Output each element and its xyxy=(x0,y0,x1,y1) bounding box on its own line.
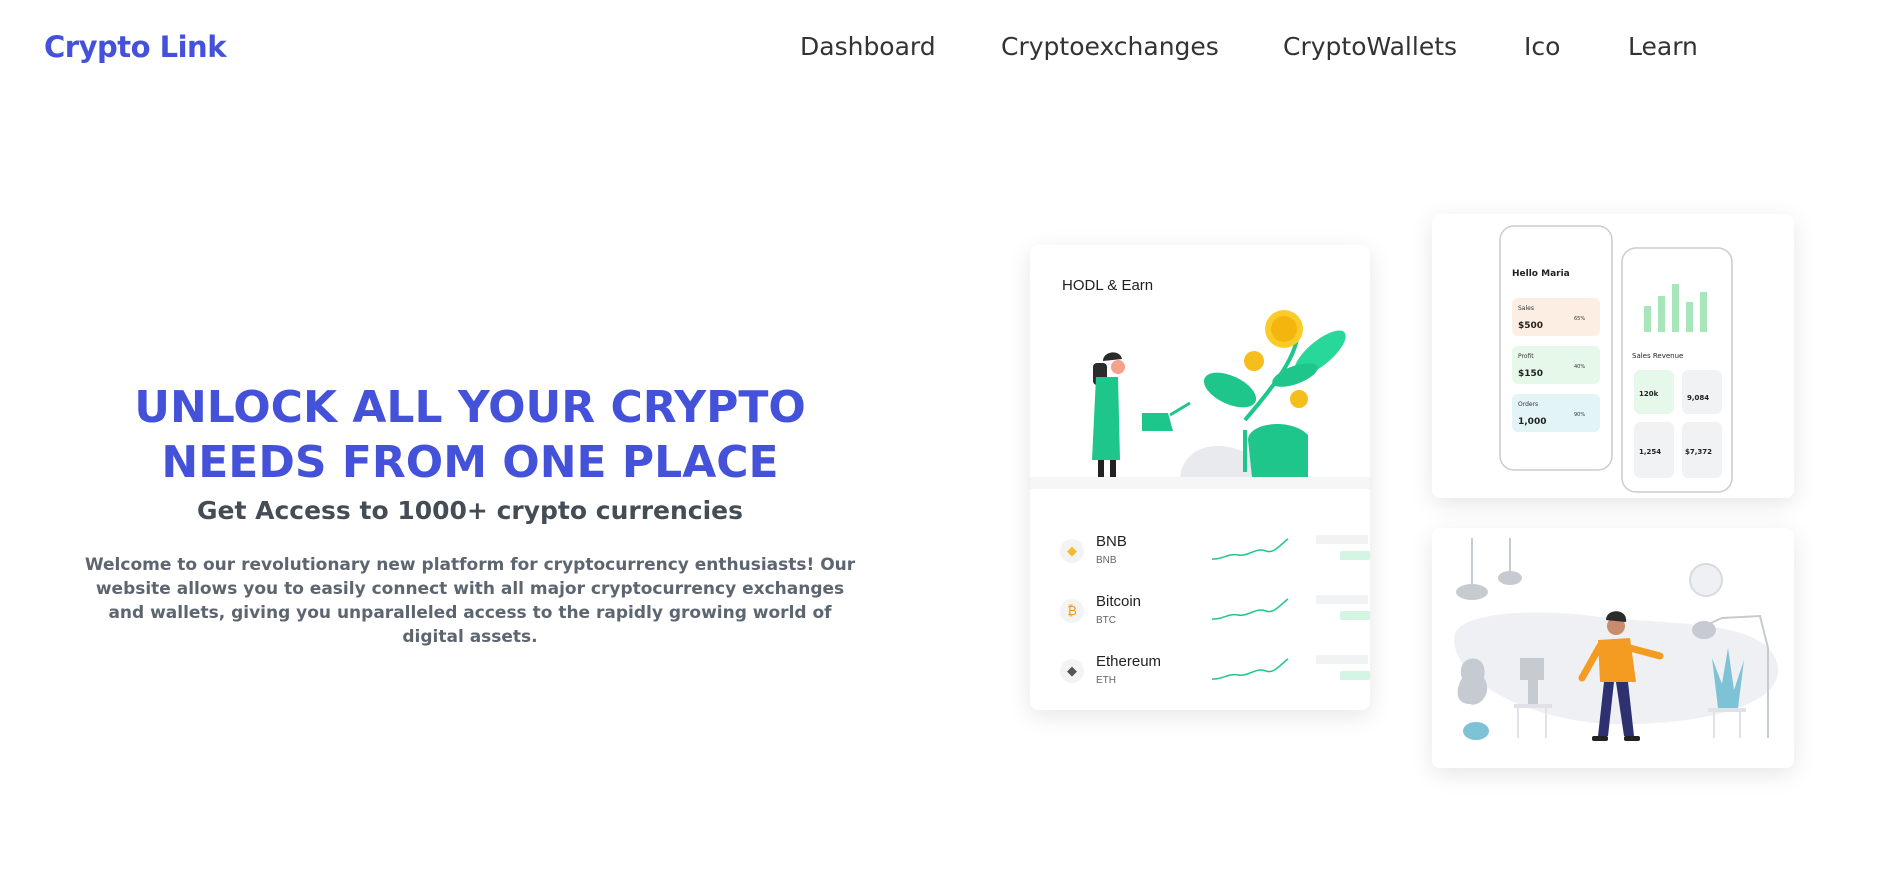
phone-card-label: Orders xyxy=(1518,401,1538,408)
ethereum-icon: ◆ xyxy=(1060,659,1084,683)
coin-symbol: ETH xyxy=(1096,675,1116,686)
hero-description: Welcome to our revolutionary new platfor… xyxy=(84,555,856,647)
sales-revenue-label: Sales Revenue xyxy=(1632,352,1683,360)
price-placeholder xyxy=(1316,655,1368,664)
nav-dashboard[interactable]: Dashboard xyxy=(800,32,936,61)
phone-stat: $7,372 xyxy=(1685,448,1712,456)
sparkline xyxy=(1211,538,1289,560)
coin-name: BNB xyxy=(1096,533,1127,550)
coin-row-bitcoin[interactable]: ₿ Bitcoin BTC xyxy=(1060,593,1370,633)
phone-greeting: Hello Maria xyxy=(1512,269,1570,279)
sparkline xyxy=(1211,658,1289,680)
phone-card-label: Profit xyxy=(1518,353,1534,360)
bnb-icon: ◆ xyxy=(1060,539,1084,563)
phone-card-percent: 65% xyxy=(1574,316,1585,322)
hero-title-line1: UNLOCK ALL YOUR CRYPTO xyxy=(134,382,806,433)
hero-subtitle: Get Access to 1000+ crypto currencies xyxy=(196,496,744,525)
person-illustration-card xyxy=(1432,528,1794,768)
hero-title: UNLOCK ALL YOUR CRYPTO NEEDS FROM ONE PL… xyxy=(70,380,870,490)
phone-card-label: Sales xyxy=(1518,305,1534,312)
coin-row-bnb[interactable]: ◆ BNB BNB xyxy=(1060,533,1370,573)
phone-mockup-illustration: Hello Maria Sales $500 65% Profit $150 4… xyxy=(1499,225,1733,493)
person-at-home-illustration xyxy=(1453,538,1779,741)
nav-cryptowallets[interactable]: CryptoWallets xyxy=(1283,32,1457,61)
nav-ico[interactable]: Ico xyxy=(1524,32,1560,61)
coin-name: Bitcoin xyxy=(1096,593,1142,610)
change-placeholder xyxy=(1340,551,1370,560)
sparkline xyxy=(1211,598,1289,620)
phone-stat: 1,254 xyxy=(1639,448,1661,456)
hodl-earn-card: HODL & Earn ◆ BNB BNB ₿ Bitcoin BTC ◆ Et… xyxy=(1030,245,1370,710)
coin-symbol: BNB xyxy=(1096,555,1117,566)
main-nav: Dashboard Cryptoexchanges CryptoWallets … xyxy=(0,32,1885,72)
gardening-illustration xyxy=(1092,310,1346,477)
phone-card-percent: 90% xyxy=(1574,412,1585,418)
price-placeholder xyxy=(1316,595,1368,604)
card-divider xyxy=(1030,477,1370,489)
nav-cryptoexchanges[interactable]: Cryptoexchanges xyxy=(1001,32,1219,61)
phone-card-value: 1,000 xyxy=(1518,417,1546,427)
phone-card-value: $500 xyxy=(1518,321,1543,331)
hero-section: UNLOCK ALL YOUR CRYPTO NEEDS FROM ONE PL… xyxy=(70,380,870,649)
change-placeholder xyxy=(1340,611,1370,620)
phone-mockup-card: Hello Maria Sales $500 65% Profit $150 4… xyxy=(1432,214,1794,498)
change-placeholder xyxy=(1340,671,1370,680)
coin-row-ethereum[interactable]: ◆ Ethereum ETH xyxy=(1060,653,1370,693)
coin-symbol: BTC xyxy=(1096,615,1116,626)
phone-card-value: $150 xyxy=(1518,369,1543,379)
phone-card-percent: 40% xyxy=(1574,364,1585,370)
hero-title-line2: NEEDS FROM ONE PLACE xyxy=(161,437,779,488)
price-placeholder xyxy=(1316,535,1368,544)
bitcoin-icon: ₿ xyxy=(1060,599,1084,623)
coin-name: Ethereum xyxy=(1096,653,1162,670)
nav-learn[interactable]: Learn xyxy=(1628,32,1698,61)
phone-stat: 9,084 xyxy=(1687,394,1709,402)
phone-stat: 120k xyxy=(1639,390,1659,398)
